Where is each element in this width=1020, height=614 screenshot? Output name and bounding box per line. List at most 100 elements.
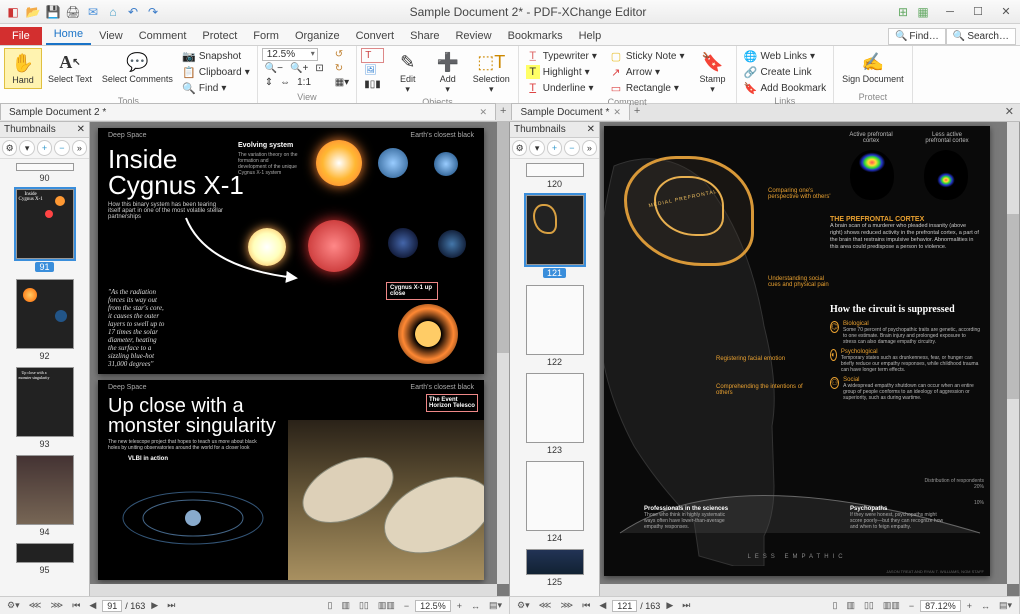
thumbnail[interactable]: 124 xyxy=(514,461,595,543)
options-icon[interactable]: ⚙▾ xyxy=(514,600,533,611)
open-icon[interactable]: 📂 xyxy=(24,3,42,21)
arrow-tool[interactable]: ↗Arrow ▾ xyxy=(606,64,688,80)
zoom-level-input[interactable]: 12.5% xyxy=(415,600,451,612)
last-page-icon[interactable]: ⏭ xyxy=(164,600,178,611)
last-page-icon[interactable]: ⏭ xyxy=(679,600,693,611)
layout-facing-cont-icon[interactable]: ▥▥ xyxy=(880,600,903,611)
actual-size-button[interactable]: 1:1 xyxy=(294,76,314,89)
nav-next-icon[interactable]: ⋙ xyxy=(47,600,66,611)
layout-facing-cont-icon[interactable]: ▥▥ xyxy=(375,600,398,611)
thumbnail[interactable]: 122 xyxy=(514,285,595,367)
zoom-menu-icon[interactable]: ▤▾ xyxy=(486,600,505,611)
status-zoom-out-icon[interactable]: − xyxy=(906,601,917,611)
maximize-button[interactable]: ☐ xyxy=(964,1,992,23)
layout-continuous-icon[interactable]: ▥ xyxy=(338,600,353,611)
zoom-region-button[interactable]: ⊡ xyxy=(312,62,326,75)
thumb-options-icon[interactable]: ⚙ xyxy=(512,140,527,156)
thumbnail[interactable]: 92 xyxy=(4,279,85,361)
save-icon[interactable]: 💾 xyxy=(44,3,62,21)
status-zoom-out-icon[interactable]: − xyxy=(401,601,412,611)
fit-width-button[interactable]: ⇔ xyxy=(277,76,293,89)
thumbnail[interactable]: InsideCygnus X-191 xyxy=(4,189,85,273)
find-tool[interactable]: 🔍Find ▾ xyxy=(179,80,253,96)
close-thumbnails-icon[interactable]: ✕ xyxy=(77,124,85,135)
hand-tool[interactable]: ✋ Hand xyxy=(4,48,42,89)
thumbnail-list-left[interactable]: 90 InsideCygnus X-191 92 Up close with a… xyxy=(0,159,89,596)
print-icon[interactable]: 🖨 xyxy=(64,3,82,21)
web-links-button[interactable]: 🌐Web Links ▾ xyxy=(741,48,830,64)
thumbnail[interactable]: 95 xyxy=(4,543,85,575)
zoom-fit-icon[interactable]: ↔ xyxy=(468,601,483,611)
launch-icon[interactable]: ▦ xyxy=(914,3,932,21)
scan-icon[interactable]: ⌂ xyxy=(104,3,122,21)
thumb-zoom-in-icon[interactable]: + xyxy=(37,140,52,156)
edit-button[interactable]: ✎ Edit▾ xyxy=(389,48,427,97)
tab-convert[interactable]: Convert xyxy=(348,27,403,45)
fit-page-button[interactable]: ⇕ xyxy=(262,76,276,89)
nav-prev-icon[interactable]: ⋘ xyxy=(26,600,45,611)
tab-form[interactable]: Form xyxy=(245,27,287,45)
selection-button[interactable]: ⬚T Selection▾ xyxy=(469,48,514,97)
barcode-object-button[interactable]: ▮▯▮ xyxy=(361,78,384,91)
next-page-icon[interactable]: ▶ xyxy=(148,600,161,611)
thumbnail-list-right[interactable]: 120 121 122 123 124 125 xyxy=(510,159,599,596)
nav-next-icon[interactable]: ⋙ xyxy=(557,600,576,611)
thumbnail[interactable]: Up close with amonster singularity93 xyxy=(4,367,85,449)
vertical-scrollbar[interactable] xyxy=(497,122,509,584)
add-button[interactable]: ➕ Add▾ xyxy=(429,48,467,97)
thumb-zoom-in-icon[interactable]: + xyxy=(547,140,562,156)
email-icon[interactable]: ✉ xyxy=(84,3,102,21)
page-number-input[interactable]: 121 xyxy=(612,600,637,612)
nav-prev-icon[interactable]: ⋘ xyxy=(536,600,555,611)
zoom-out-button[interactable]: 🔍− xyxy=(262,62,286,75)
tab-help[interactable]: Help xyxy=(571,27,610,45)
new-tab-2-button[interactable]: + xyxy=(630,104,644,121)
tab-bookmarks[interactable]: Bookmarks xyxy=(500,27,571,45)
new-tab-button[interactable]: + xyxy=(496,104,510,121)
find-button[interactable]: 🔍Find… xyxy=(888,28,946,45)
redo-icon[interactable]: ↷ xyxy=(144,3,162,21)
thumb-zoom-out-icon[interactable]: − xyxy=(54,140,69,156)
first-page-icon[interactable]: ⏮ xyxy=(69,600,83,611)
zoom-dropdown[interactable]: 12.5% xyxy=(262,48,318,61)
image-object-button[interactable]: 🖼 xyxy=(361,64,384,77)
sign-document-button[interactable]: ✍ Sign Document xyxy=(838,48,908,87)
close-thumbnails-right-icon[interactable]: ✕ xyxy=(587,124,595,135)
minimize-button[interactable]: ─ xyxy=(936,1,964,23)
zoom-in-button[interactable]: 🔍+ xyxy=(287,62,311,75)
tab-review[interactable]: Review xyxy=(447,27,499,45)
thumbnail[interactable]: 123 xyxy=(514,373,595,455)
layout-facing-icon[interactable]: ▯▯ xyxy=(356,600,372,611)
page-number-input[interactable]: 91 xyxy=(102,600,122,612)
rotate-ccw-button[interactable]: ↺ xyxy=(332,48,352,61)
options-icon[interactable]: ⚙▾ xyxy=(4,600,23,611)
prev-page-icon[interactable]: ◀ xyxy=(596,600,609,611)
rotate-cw-button[interactable]: ↻ xyxy=(332,62,352,75)
underline-tool[interactable]: TUnderline ▾ xyxy=(523,80,600,96)
create-link-button[interactable]: 🔗Create Link xyxy=(741,64,830,80)
first-page-icon[interactable]: ⏮ xyxy=(579,600,593,611)
close-tab-icon[interactable]: ✕ xyxy=(479,107,487,118)
document-area-left[interactable]: Deep Space Earth's closest black Inside … xyxy=(90,122,509,596)
horizontal-scrollbar-right[interactable] xyxy=(600,584,1007,596)
status-zoom-in-icon[interactable]: + xyxy=(454,601,465,611)
thumbnail[interactable]: 94 xyxy=(4,455,85,537)
sticky-note-tool[interactable]: ▢Sticky Note ▾ xyxy=(606,48,688,64)
close-button[interactable]: ✕ xyxy=(992,1,1020,23)
tab-home[interactable]: Home xyxy=(46,25,91,45)
thumb-options-icon[interactable]: ⚙ xyxy=(2,140,17,156)
thumbnail[interactable]: 121 xyxy=(514,195,595,279)
vertical-scrollbar-right[interactable] xyxy=(1007,122,1019,584)
close-tab-2-icon[interactable]: ✕ xyxy=(613,107,621,118)
thumbnail[interactable]: 90 xyxy=(4,163,85,183)
ui-options-icon[interactable]: ⊞ xyxy=(894,3,912,21)
thumb-more-icon[interactable]: » xyxy=(72,140,87,156)
add-bookmark-button[interactable]: 🔖Add Bookmark xyxy=(741,80,830,96)
zoom-level-input[interactable]: 87.12% xyxy=(920,600,961,612)
zoom-fit-icon[interactable]: ↔ xyxy=(978,601,993,611)
text-object-button[interactable]: T xyxy=(361,48,384,63)
thumbnail[interactable]: 120 xyxy=(514,163,595,189)
select-comments-tool[interactable]: 💬 Select Comments xyxy=(98,48,177,87)
prev-page-icon[interactable]: ◀ xyxy=(86,600,99,611)
document-area-right[interactable]: Active prefrontal cortex Less active pre… xyxy=(600,122,1019,596)
